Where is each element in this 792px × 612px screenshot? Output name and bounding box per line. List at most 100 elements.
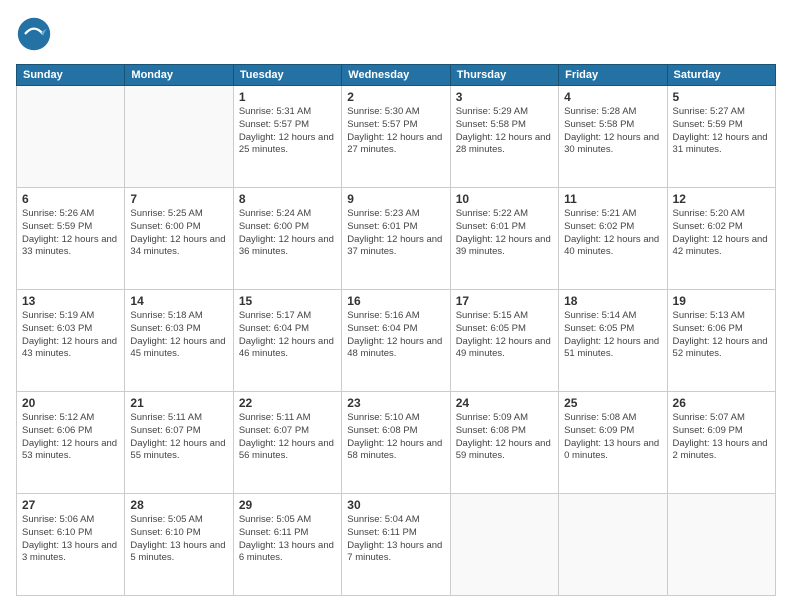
calendar-cell: 14 Sunrise: 5:18 AMSunset: 6:03 PMDayligh… [125, 290, 233, 392]
day-number: 29 [239, 498, 336, 512]
weekday-header: Saturday [667, 65, 775, 86]
day-number: 25 [564, 396, 661, 410]
calendar-cell: 28 Sunrise: 5:05 AMSunset: 6:10 PMDayligh… [125, 494, 233, 596]
calendar-cell: 26 Sunrise: 5:07 AMSunset: 6:09 PMDayligh… [667, 392, 775, 494]
calendar-cell: 8 Sunrise: 5:24 AMSunset: 6:00 PMDaylight… [233, 188, 341, 290]
calendar-cell: 9 Sunrise: 5:23 AMSunset: 6:01 PMDaylight… [342, 188, 450, 290]
calendar-cell: 13 Sunrise: 5:19 AMSunset: 6:03 PMDayligh… [17, 290, 125, 392]
calendar-cell: 23 Sunrise: 5:10 AMSunset: 6:08 PMDayligh… [342, 392, 450, 494]
weekday-header: Thursday [450, 65, 558, 86]
day-detail: Sunrise: 5:06 AMSunset: 6:10 PMDaylight:… [22, 514, 119, 565]
day-number: 26 [673, 396, 770, 410]
calendar-cell: 16 Sunrise: 5:16 AMSunset: 6:04 PMDayligh… [342, 290, 450, 392]
day-number: 1 [239, 90, 336, 104]
weekday-header: Friday [559, 65, 667, 86]
day-detail: Sunrise: 5:16 AMSunset: 6:04 PMDaylight:… [347, 310, 444, 361]
calendar-cell: 3 Sunrise: 5:29 AMSunset: 5:58 PMDaylight… [450, 86, 558, 188]
day-number: 27 [22, 498, 119, 512]
day-detail: Sunrise: 5:28 AMSunset: 5:58 PMDaylight:… [564, 106, 661, 157]
day-number: 28 [130, 498, 227, 512]
calendar-cell: 5 Sunrise: 5:27 AMSunset: 5:59 PMDaylight… [667, 86, 775, 188]
day-number: 22 [239, 396, 336, 410]
day-number: 20 [22, 396, 119, 410]
day-number: 12 [673, 192, 770, 206]
calendar-cell [450, 494, 558, 596]
day-detail: Sunrise: 5:22 AMSunset: 6:01 PMDaylight:… [456, 208, 553, 259]
day-number: 30 [347, 498, 444, 512]
day-detail: Sunrise: 5:29 AMSunset: 5:58 PMDaylight:… [456, 106, 553, 157]
calendar-cell: 19 Sunrise: 5:13 AMSunset: 6:06 PMDayligh… [667, 290, 775, 392]
day-detail: Sunrise: 5:27 AMSunset: 5:59 PMDaylight:… [673, 106, 770, 157]
day-number: 9 [347, 192, 444, 206]
day-number: 18 [564, 294, 661, 308]
day-detail: Sunrise: 5:11 AMSunset: 6:07 PMDaylight:… [239, 412, 336, 463]
calendar-week-row: 20 Sunrise: 5:12 AMSunset: 6:06 PMDayligh… [17, 392, 776, 494]
weekday-header-row: SundayMondayTuesdayWednesdayThursdayFrid… [17, 65, 776, 86]
header [16, 16, 776, 52]
day-detail: Sunrise: 5:18 AMSunset: 6:03 PMDaylight:… [130, 310, 227, 361]
day-detail: Sunrise: 5:07 AMSunset: 6:09 PMDaylight:… [673, 412, 770, 463]
day-number: 14 [130, 294, 227, 308]
day-detail: Sunrise: 5:19 AMSunset: 6:03 PMDaylight:… [22, 310, 119, 361]
calendar-week-row: 13 Sunrise: 5:19 AMSunset: 6:03 PMDayligh… [17, 290, 776, 392]
weekday-header: Monday [125, 65, 233, 86]
day-detail: Sunrise: 5:12 AMSunset: 6:06 PMDaylight:… [22, 412, 119, 463]
calendar-cell [559, 494, 667, 596]
day-number: 23 [347, 396, 444, 410]
calendar-table: SundayMondayTuesdayWednesdayThursdayFrid… [16, 64, 776, 596]
day-number: 6 [22, 192, 119, 206]
calendar-cell: 25 Sunrise: 5:08 AMSunset: 6:09 PMDayligh… [559, 392, 667, 494]
calendar-cell [125, 86, 233, 188]
day-detail: Sunrise: 5:05 AMSunset: 6:11 PMDaylight:… [239, 514, 336, 565]
calendar-cell: 22 Sunrise: 5:11 AMSunset: 6:07 PMDayligh… [233, 392, 341, 494]
weekday-header: Sunday [17, 65, 125, 86]
calendar-cell: 1 Sunrise: 5:31 AMSunset: 5:57 PMDaylight… [233, 86, 341, 188]
day-number: 16 [347, 294, 444, 308]
day-number: 4 [564, 90, 661, 104]
day-number: 2 [347, 90, 444, 104]
calendar-cell: 20 Sunrise: 5:12 AMSunset: 6:06 PMDayligh… [17, 392, 125, 494]
day-number: 17 [456, 294, 553, 308]
day-number: 7 [130, 192, 227, 206]
calendar-cell: 24Sunrise: 5:09 AMSunset: 6:08 PMDayligh… [450, 392, 558, 494]
calendar-cell [17, 86, 125, 188]
day-number: 15 [239, 294, 336, 308]
logo-icon [16, 16, 52, 52]
day-number: 11 [564, 192, 661, 206]
calendar-cell: 7 Sunrise: 5:25 AMSunset: 6:00 PMDaylight… [125, 188, 233, 290]
calendar-cell: 17Sunrise: 5:15 AMSunset: 6:05 PMDayligh… [450, 290, 558, 392]
day-detail: Sunrise: 5:04 AMSunset: 6:11 PMDaylight:… [347, 514, 444, 565]
day-detail: Sunrise: 5:25 AMSunset: 6:00 PMDaylight:… [130, 208, 227, 259]
weekday-header: Tuesday [233, 65, 341, 86]
day-detail: Sunrise: 5:08 AMSunset: 6:09 PMDaylight:… [564, 412, 661, 463]
day-detail: Sunrise: 5:17 AMSunset: 6:04 PMDaylight:… [239, 310, 336, 361]
day-number: 3 [456, 90, 553, 104]
day-detail: Sunrise: 5:31 AMSunset: 5:57 PMDaylight:… [239, 106, 336, 157]
calendar-week-row: 27 Sunrise: 5:06 AMSunset: 6:10 PMDayligh… [17, 494, 776, 596]
day-detail: Sunrise: 5:13 AMSunset: 6:06 PMDaylight:… [673, 310, 770, 361]
day-detail: Sunrise: 5:11 AMSunset: 6:07 PMDaylight:… [130, 412, 227, 463]
day-detail: Sunrise: 5:09 AMSunset: 6:08 PMDaylight:… [456, 412, 553, 463]
day-detail: Sunrise: 5:20 AMSunset: 6:02 PMDaylight:… [673, 208, 770, 259]
day-detail: Sunrise: 5:21 AMSunset: 6:02 PMDaylight:… [564, 208, 661, 259]
calendar-week-row: 1 Sunrise: 5:31 AMSunset: 5:57 PMDaylight… [17, 86, 776, 188]
day-number: 19 [673, 294, 770, 308]
day-detail: Sunrise: 5:10 AMSunset: 6:08 PMDaylight:… [347, 412, 444, 463]
day-number: 10 [456, 192, 553, 206]
day-detail: Sunrise: 5:26 AMSunset: 5:59 PMDaylight:… [22, 208, 119, 259]
calendar-cell: 27 Sunrise: 5:06 AMSunset: 6:10 PMDayligh… [17, 494, 125, 596]
day-number: 8 [239, 192, 336, 206]
day-number: 13 [22, 294, 119, 308]
calendar-cell: 12 Sunrise: 5:20 AMSunset: 6:02 PMDayligh… [667, 188, 775, 290]
calendar-cell: 30 Sunrise: 5:04 AMSunset: 6:11 PMDayligh… [342, 494, 450, 596]
day-detail: Sunrise: 5:23 AMSunset: 6:01 PMDaylight:… [347, 208, 444, 259]
calendar-cell: 4 Sunrise: 5:28 AMSunset: 5:58 PMDaylight… [559, 86, 667, 188]
calendar-cell: 6 Sunrise: 5:26 AMSunset: 5:59 PMDaylight… [17, 188, 125, 290]
day-detail: Sunrise: 5:05 AMSunset: 6:10 PMDaylight:… [130, 514, 227, 565]
day-detail: Sunrise: 5:24 AMSunset: 6:00 PMDaylight:… [239, 208, 336, 259]
day-number: 5 [673, 90, 770, 104]
day-detail: Sunrise: 5:14 AMSunset: 6:05 PMDaylight:… [564, 310, 661, 361]
calendar-cell [667, 494, 775, 596]
day-detail: Sunrise: 5:30 AMSunset: 5:57 PMDaylight:… [347, 106, 444, 157]
weekday-header: Wednesday [342, 65, 450, 86]
